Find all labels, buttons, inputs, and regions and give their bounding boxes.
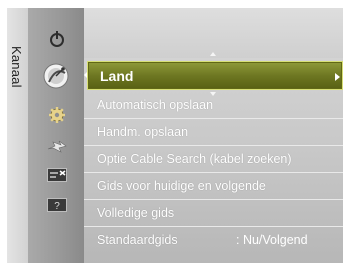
menu-separator xyxy=(84,226,343,227)
menu-header-area xyxy=(84,8,343,58)
signal-icon xyxy=(47,140,67,153)
submenu-arrow-icon xyxy=(335,73,340,81)
menu-item-volledige-gids[interactable]: Volledige gids xyxy=(97,203,174,223)
power-icon xyxy=(49,31,64,47)
menu-icon-column: ? xyxy=(29,8,84,263)
menu-icon-application[interactable] xyxy=(29,161,84,189)
standaardgids-value: : Nu/Volgend xyxy=(236,233,308,247)
menu-icon-support[interactable]: ? xyxy=(29,191,84,219)
satellite-dish-icon xyxy=(43,63,68,89)
menu-item-land-label: Land xyxy=(100,68,134,84)
menu-icon-input[interactable] xyxy=(29,132,84,160)
menu-separator xyxy=(84,118,343,119)
tv-menu-screen: Kanaal ? Land Automatisch opslaan Handm.… xyxy=(7,8,343,263)
menu-item-cable-search[interactable]: Optie Cable Search (kabel zoeken) xyxy=(97,149,292,169)
help-icon: ? xyxy=(46,198,67,212)
menu-separator xyxy=(84,145,343,146)
menu-item-gids-huidige-volgende[interactable]: Gids voor huidige en volgende xyxy=(97,176,266,196)
channel-side-tab[interactable]: Kanaal xyxy=(7,8,29,263)
menu-icon-power[interactable] xyxy=(29,25,84,53)
menu-item-handm-opslaan[interactable]: Handm. opslaan xyxy=(97,122,188,142)
scroll-up-arrow[interactable] xyxy=(210,52,216,56)
menu-separator xyxy=(84,199,343,200)
side-tab-label: Kanaal xyxy=(9,46,24,88)
menu-separator xyxy=(84,172,343,173)
menu-icon-channel[interactable] xyxy=(29,59,84,93)
tv-program-icon xyxy=(46,168,67,182)
menu-item-automatisch-opslaan[interactable]: Automatisch opslaan xyxy=(97,95,213,115)
help-badge-text: ? xyxy=(54,201,60,212)
gear-icon xyxy=(48,107,65,123)
menu-icon-settings[interactable] xyxy=(29,101,84,129)
menu-item-standaardgids[interactable]: Standaardgids xyxy=(97,230,178,250)
